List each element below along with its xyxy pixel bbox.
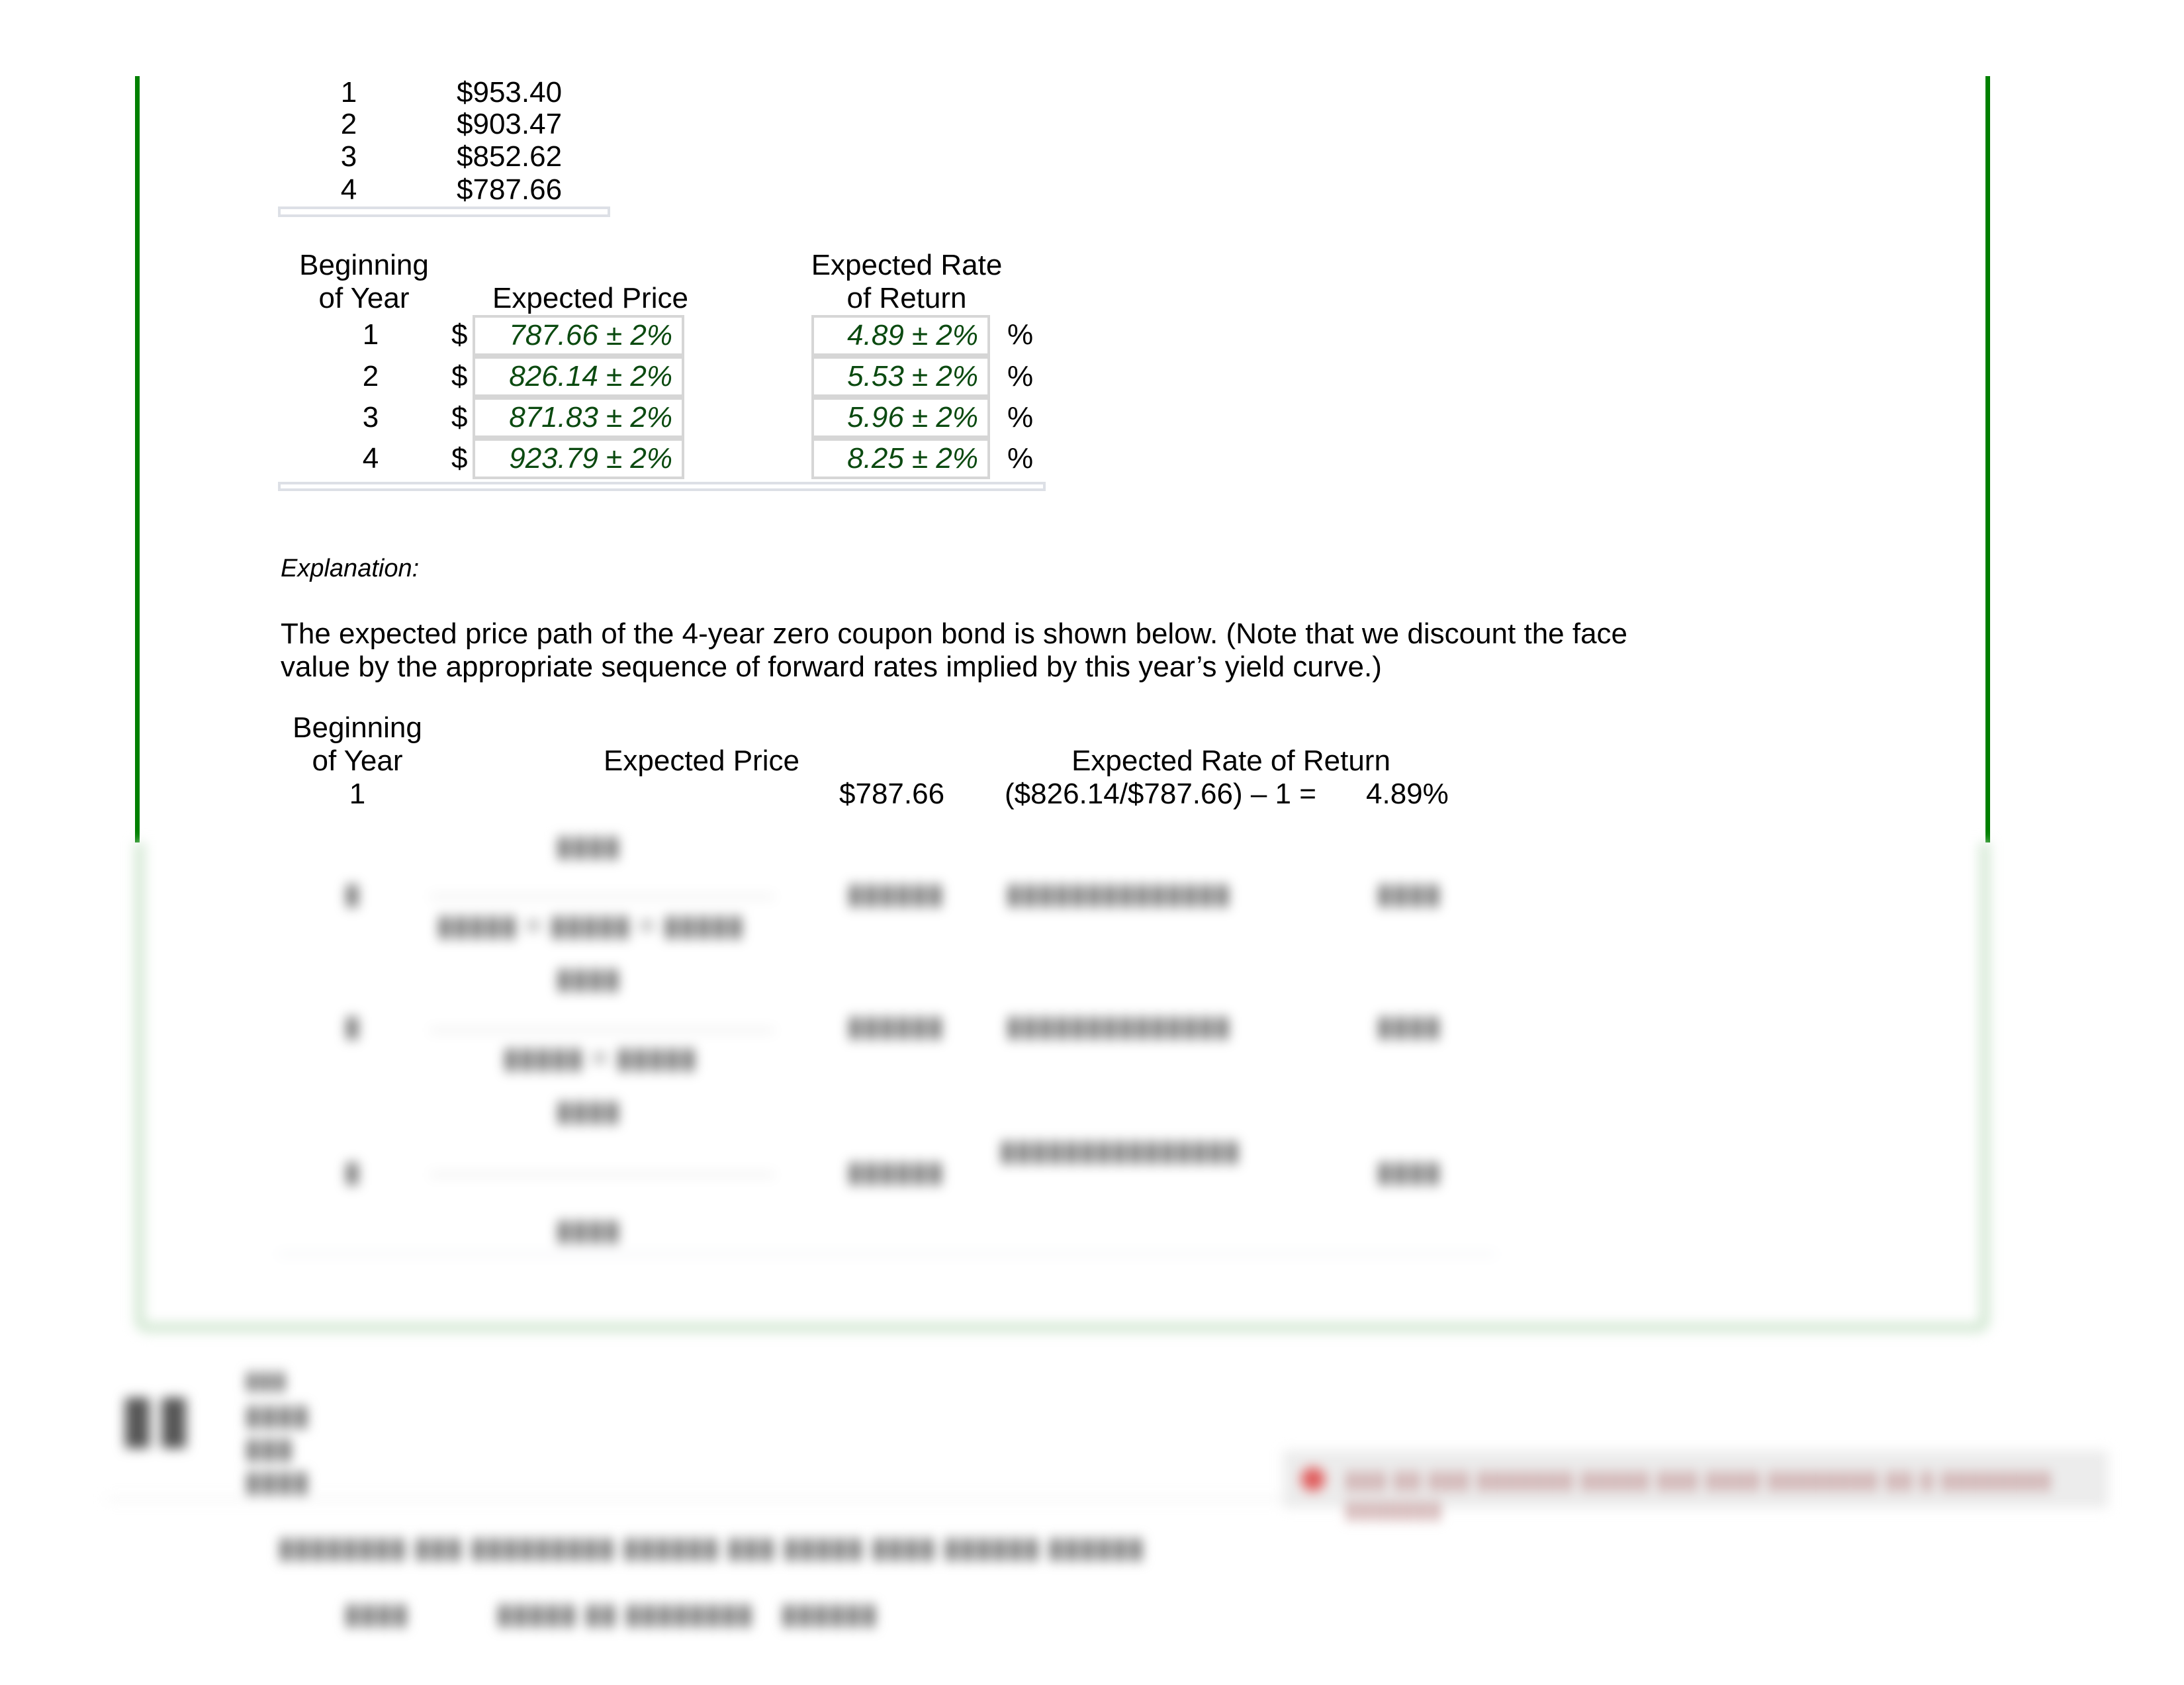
percent-sign: % xyxy=(1007,401,1034,433)
dollar-sign: $ xyxy=(451,318,468,351)
expected-return-input[interactable]: 8.25 ± 2% xyxy=(811,438,990,479)
year-cell: 4 xyxy=(340,173,357,206)
price-cell: $953.40 xyxy=(457,76,563,109)
row-year: 4 xyxy=(362,442,379,475)
blurred-placeholder: ▮▮▮▮▮ ▮▮ ▮▮▮▮▮▮▮▮ xyxy=(496,1598,753,1630)
alert-icon xyxy=(1301,1467,1325,1491)
explanation-paragraph-line1: The expected price path of the 4-year ze… xyxy=(281,617,1628,650)
year-cell: 3 xyxy=(340,140,357,173)
blurred-fraction-bar xyxy=(430,1173,774,1176)
header-return-line1: Expected Rate xyxy=(811,249,1003,281)
header-expected-price: Expected Price xyxy=(604,745,799,777)
blurred-placeholder: ▮▮▮▮ xyxy=(1377,878,1441,910)
dollar-sign: $ xyxy=(451,360,468,392)
blurred-placeholder: ▮▮▮▮ xyxy=(245,1399,309,1432)
dollar-sign: $ xyxy=(451,442,468,475)
header-year-line2: of Year xyxy=(312,745,403,777)
price-cell: $903.47 xyxy=(457,108,563,140)
explanation-paragraph-line2: value by the appropriate sequence of for… xyxy=(281,651,1382,683)
blurred-placeholder: ▮ xyxy=(344,878,361,910)
blurred-fraction-bar xyxy=(430,1029,774,1032)
expected-return-input[interactable]: 5.53 ± 2% xyxy=(811,356,990,397)
header-year-line1: Beginning xyxy=(299,249,429,281)
row-year: 1 xyxy=(362,318,379,351)
blurred-placeholder: ▮▮▮▮▮▮ xyxy=(847,1010,944,1042)
blurred-placeholder: ▮ xyxy=(344,1010,361,1042)
header-expected-return: Expected Rate of Return xyxy=(1071,745,1390,777)
blurred-placeholder: ▮▮▮▮▮▮▮▮▮▮▮▮▮▮▮ xyxy=(999,1134,1240,1167)
price-cell: $852.62 xyxy=(457,140,563,173)
explanation-label: Explanation: xyxy=(281,555,420,582)
row-year: 2 xyxy=(362,360,379,392)
blurred-placeholder: ▮▮▮▮▮ × ▮▮▮▮▮ xyxy=(503,1042,697,1074)
price-cell: $787.66 xyxy=(457,173,563,206)
percent-sign: % xyxy=(1007,360,1034,392)
blurred-placeholder: ▮▮▮▮▮▮▮▮▮▮▮▮▮▮ xyxy=(1006,878,1230,910)
blurred-placeholder: ▮▮▮▮▮▮▮▮ ▮▮▮ ▮▮▮▮▮▮▮▮▮ ▮▮▮▮▮▮ ▮▮▮ ▮▮▮▮▮ … xyxy=(278,1531,1144,1564)
row-formula: ($826.14/$787.66) – 1 = xyxy=(1005,778,1316,810)
blurred-placeholder: ▮▮▮▮ xyxy=(556,1214,620,1246)
blurred-placeholder: ▮▮▮▮▮▮ xyxy=(781,1598,878,1630)
header-year-line1: Beginning xyxy=(293,711,422,744)
blurred-placeholder: ▮▮▮▮▮▮ xyxy=(847,1156,944,1188)
table-bottom-bar xyxy=(278,206,610,217)
answer-panel-left-border xyxy=(135,76,140,842)
expected-price-input[interactable]: 826.14 ± 2% xyxy=(473,356,684,397)
blurred-alert-banner: ▮▮▮ ▮▮ ▮▮▮ ▮▮▮▮▮▮▮ ▮▮▮▮▮ ▮▮▮ ▮▮▮▮ ▮▮▮▮▮▮… xyxy=(1284,1451,2107,1524)
blurred-fraction-bar xyxy=(430,895,774,898)
blurred-question-number: ▮▮ xyxy=(119,1381,193,1455)
expected-return-input[interactable]: 5.96 ± 2% xyxy=(811,397,990,438)
blurred-placeholder: ▮▮▮▮ xyxy=(344,1598,408,1630)
blurred-placeholder: ▮▮▮▮ xyxy=(1377,1010,1441,1042)
expected-price-input[interactable]: 871.83 ± 2% xyxy=(473,397,684,438)
blurred-placeholder: ▮▮▮▮ xyxy=(556,830,620,862)
blurred-content-region: ▮ ▮▮▮▮ ▮▮▮▮▮ × ▮▮▮▮▮ × ▮▮▮▮▮ ▮▮▮▮▮▮ ▮▮▮▮… xyxy=(0,830,2184,1685)
blurred-placeholder: ▮ xyxy=(344,1156,361,1188)
percent-sign: % xyxy=(1007,318,1034,351)
year-cell: 1 xyxy=(340,76,357,109)
blurred-placeholder: ▮▮▮▮ xyxy=(556,962,620,995)
expected-price-input[interactable]: 923.79 ± 2% xyxy=(473,438,684,479)
header-expected-price: Expected Price xyxy=(492,282,688,314)
header-year-line2: of Year xyxy=(318,282,410,314)
header-return-line2: of Return xyxy=(846,282,967,314)
blurred-placeholder: ▮▮▮▮ xyxy=(556,1095,620,1127)
blurred-placeholder: ▮▮▮ ▮▮ ▮▮▮ ▮▮▮▮▮▮▮ ▮▮▮▮▮ ▮▮▮ ▮▮▮▮ ▮▮▮▮▮▮… xyxy=(1345,1466,2052,1524)
dollar-sign: $ xyxy=(451,401,468,433)
row-year: 3 xyxy=(362,401,379,433)
row-result: 4.89% xyxy=(1366,778,1449,810)
blurred-placeholder: ▮▮▮ xyxy=(245,1367,287,1394)
blurred-placeholder: ▮▮▮▮ xyxy=(1377,1156,1441,1188)
blurred-placeholder: ▮▮▮▮▮▮ xyxy=(847,878,944,910)
blurred-placeholder: ▮▮▮▮▮ × ▮▮▮▮▮ × ▮▮▮▮▮ xyxy=(437,909,744,942)
blurred-placeholder: ▮▮▮▮▮▮▮▮▮▮▮▮▮▮ xyxy=(1006,1010,1230,1042)
year-cell: 2 xyxy=(340,108,357,140)
answer-panel-right-border xyxy=(1985,76,1990,842)
table-bottom-bar xyxy=(278,482,1046,491)
expected-price-input[interactable]: 787.66 ± 2% xyxy=(473,315,684,356)
row-price: $787.66 xyxy=(839,778,945,810)
row-year: 1 xyxy=(349,778,366,810)
expected-return-input[interactable]: 4.89 ± 2% xyxy=(811,315,990,356)
blurred-table-bar xyxy=(278,1253,1496,1255)
blurred-placeholder: ▮▮▮▮ xyxy=(245,1465,309,1498)
blurred-placeholder: ▮▮▮ xyxy=(245,1432,293,1465)
answer-panel-blurred xyxy=(135,842,1989,1332)
percent-sign: % xyxy=(1007,442,1034,475)
